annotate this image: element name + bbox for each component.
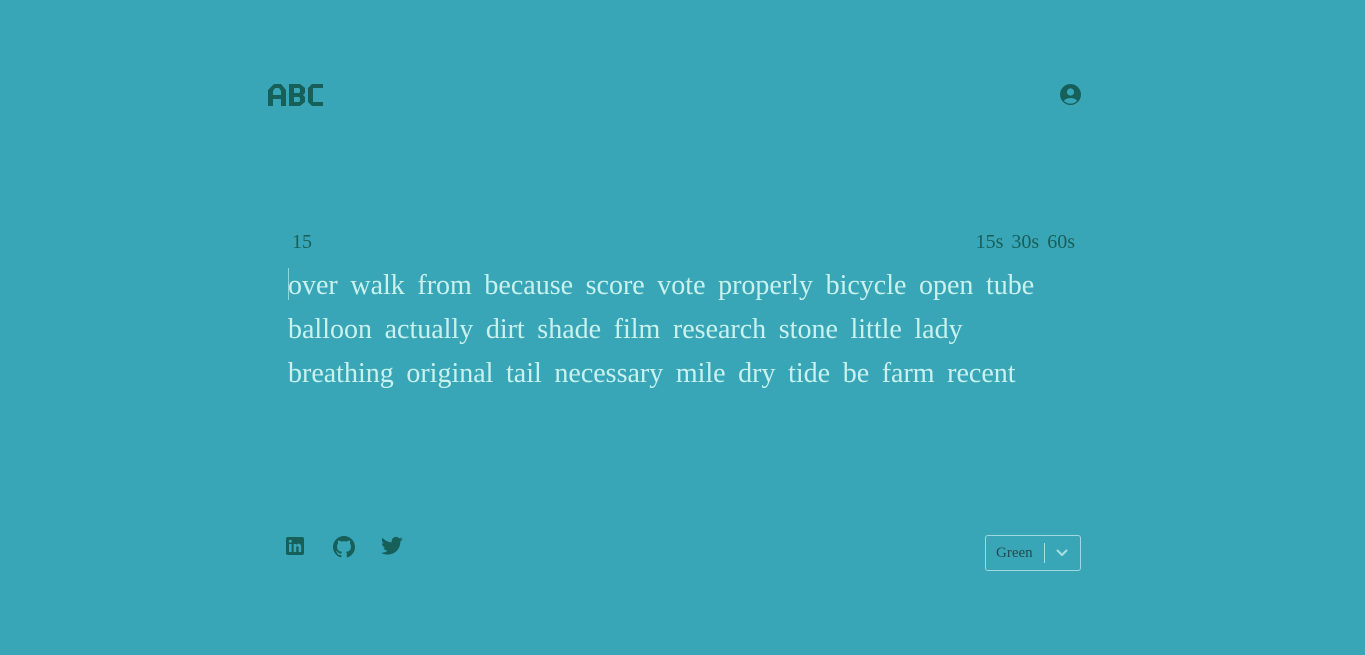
- word: over: [288, 270, 338, 301]
- word: be: [842, 358, 870, 389]
- twitter-link[interactable]: [381, 536, 403, 558]
- duration-selector: 15s 30s 60s: [976, 230, 1075, 254]
- user-circle-icon: [1060, 84, 1081, 105]
- word: open: [919, 270, 974, 301]
- logo[interactable]: [268, 84, 324, 106]
- duration-option-30s[interactable]: 30s: [1011, 230, 1039, 254]
- word: recent: [947, 358, 1016, 389]
- typing-test-page: 15 15s 30s 60s over walk from because sc…: [0, 0, 1365, 655]
- word: original: [406, 358, 494, 389]
- account-button[interactable]: [1060, 84, 1081, 105]
- word: properly: [718, 270, 813, 301]
- word: balloon: [288, 314, 372, 345]
- word: necessary: [554, 358, 664, 389]
- social-links: [285, 536, 403, 558]
- word: little: [850, 314, 902, 345]
- logo-abc-icon: [268, 84, 323, 106]
- word: tide: [788, 358, 831, 389]
- word: farm: [881, 358, 935, 389]
- github-icon: [333, 536, 355, 558]
- word: research: [672, 314, 767, 345]
- word: because: [484, 270, 574, 301]
- word: stone: [778, 314, 838, 345]
- word: shade: [537, 314, 602, 345]
- words-line: breathing original tail necessary mile d…: [288, 352, 1088, 396]
- word: film: [613, 314, 661, 345]
- word: vote: [657, 270, 706, 301]
- words-line: over walk from because score vote proper…: [288, 264, 1088, 308]
- word: dry: [738, 358, 776, 389]
- word: score: [585, 270, 645, 301]
- theme-select[interactable]: Green: [985, 535, 1081, 571]
- linkedin-icon: [286, 537, 304, 555]
- word: walk: [350, 270, 405, 301]
- word: breathing: [288, 358, 394, 389]
- chevron-down-icon[interactable]: [1045, 535, 1080, 571]
- time-counter: 15: [292, 231, 312, 253]
- duration-option-60s[interactable]: 60s: [1047, 230, 1075, 254]
- word: tail: [506, 358, 542, 389]
- linkedin-link[interactable]: [285, 536, 305, 558]
- word: from: [417, 270, 472, 301]
- github-link[interactable]: [333, 536, 355, 558]
- word: dirt: [485, 314, 525, 345]
- word: tube: [986, 270, 1035, 301]
- words-line: balloon actually dirt shade film researc…: [288, 308, 1088, 352]
- word: bicycle: [825, 270, 907, 301]
- words-area[interactable]: over walk from because score vote proper…: [288, 264, 1088, 396]
- word: actually: [384, 314, 474, 345]
- duration-option-15s[interactable]: 15s: [976, 230, 1004, 254]
- word: mile: [675, 358, 726, 389]
- word: lady: [914, 314, 963, 345]
- theme-select-value: Green: [996, 544, 1033, 561]
- twitter-icon: [381, 536, 403, 555]
